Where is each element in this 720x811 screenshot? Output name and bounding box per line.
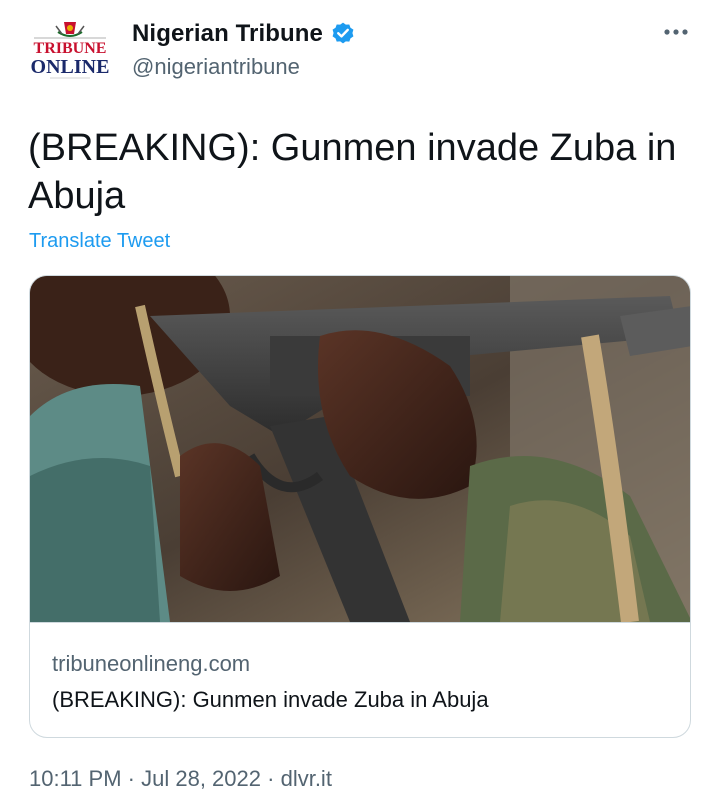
- tweet-date[interactable]: Jul 28, 2022: [141, 766, 261, 791]
- tribune-online-logo: TRIBUNE ONLINE: [31, 22, 110, 79]
- translate-tweet-link[interactable]: Translate Tweet: [29, 230, 170, 253]
- tweet-source[interactable]: dlvr.it: [281, 766, 332, 791]
- card-image[interactable]: [30, 276, 690, 622]
- tweet-text: (BREAKING): Gunmen invade Zuba in Abuja: [28, 127, 677, 217]
- meta-separator: ·: [127, 766, 135, 791]
- name-row: Nigerian Tribune: [132, 20, 356, 48]
- link-preview-card[interactable]: tribuneonlineng.com (BREAKING): Gunmen i…: [29, 275, 691, 738]
- logo-text-tribune: TRIBUNE: [34, 40, 107, 57]
- tweet-time[interactable]: 10:11 PM: [29, 766, 122, 791]
- tweet-header: TRIBUNE ONLINE Nigerian Tribune @nigeria…: [28, 16, 692, 86]
- card-title: (BREAKING): Gunmen invade Zuba in Abuja: [52, 687, 489, 712]
- logo-text-online: ONLINE: [31, 56, 110, 78]
- card-domain: tribuneonlineng.com: [52, 651, 251, 676]
- avatar[interactable]: TRIBUNE ONLINE: [28, 18, 112, 84]
- tweet-meta: 10:11 PM · Jul 28, 2022 · dlvr.it: [29, 766, 332, 792]
- crest-icon: [55, 22, 85, 37]
- account-handle[interactable]: @nigeriantribune: [132, 54, 300, 80]
- meta-separator: ·: [267, 766, 275, 791]
- card-meta[interactable]: tribuneonlineng.com (BREAKING): Gunmen i…: [30, 622, 690, 737]
- display-name[interactable]: Nigerian Tribune: [132, 20, 323, 48]
- verified-badge-icon: [330, 21, 356, 47]
- gunman-photo: [30, 276, 690, 622]
- more-options-icon[interactable]: [660, 16, 692, 48]
